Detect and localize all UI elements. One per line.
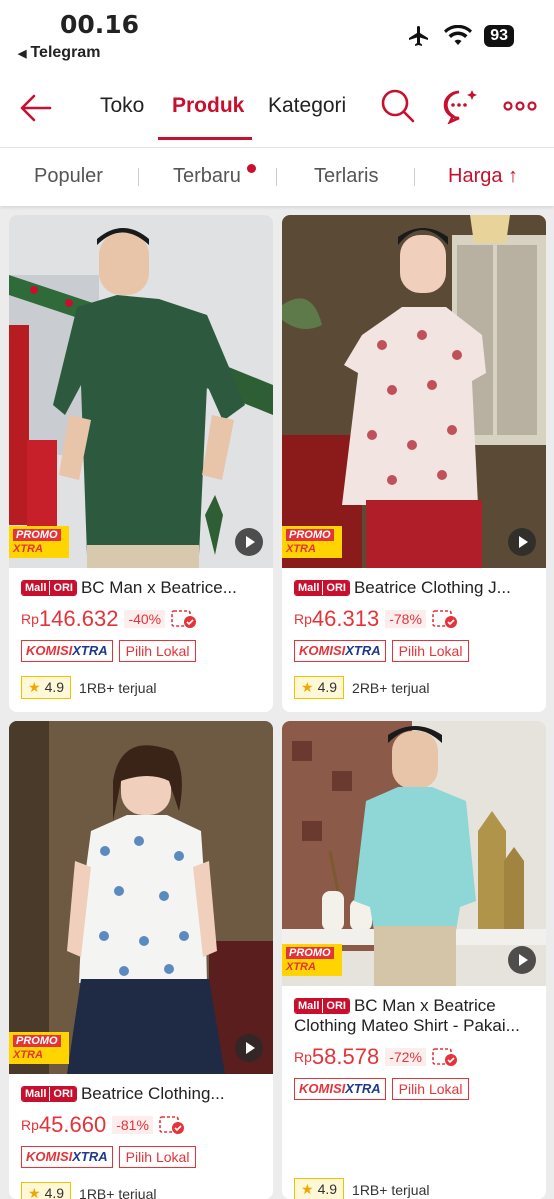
- promo-xtra-badge: PROMO XTRA: [282, 944, 342, 976]
- star-icon: ★: [301, 1181, 314, 1197]
- product-card[interactable]: PROMO XTRA Mall ORI BC Man x Beatrice Cloth…: [282, 721, 546, 1199]
- currency: Rp: [21, 611, 39, 627]
- rating-badge: ★ 4.9: [294, 1178, 345, 1199]
- sold-count: 1RB+ terjual: [352, 1181, 430, 1198]
- product-price: 146.632: [38, 606, 119, 631]
- back-to-app[interactable]: ◀ Telegram: [18, 44, 100, 62]
- rating-badge: ★ 4.9: [21, 676, 72, 699]
- komisi-xtra-tag: KOMISIXTRA: [294, 640, 386, 662]
- sort-populer[interactable]: Populer: [34, 165, 103, 188]
- sort-bar: Populer Terbaru Terlaris Harga ↑: [0, 148, 554, 206]
- product-card[interactable]: PROMO XTRA Mall ORI Beatrice Clothing... Rp…: [9, 721, 273, 1199]
- sold-count: 2RB+ terjual: [352, 679, 430, 696]
- more-options-icon[interactable]: [502, 88, 538, 124]
- sort-harga[interactable]: Harga ↑: [448, 165, 518, 188]
- product-title: Beatrice Clothing...: [80, 1084, 225, 1103]
- product-price: 46.313: [311, 606, 380, 631]
- product-title: BC Man x Beatrice...: [80, 578, 237, 597]
- sort-terlaris[interactable]: Terlaris: [314, 165, 378, 188]
- promo-xtra-badge: PROMO XTRA: [9, 526, 69, 558]
- video-play-icon[interactable]: [235, 1034, 263, 1062]
- back-triangle-icon: ◀: [18, 48, 27, 60]
- star-icon: ★: [301, 679, 314, 695]
- voucher-check-icon: [171, 610, 197, 628]
- product-title-line-2: Clothing Mateo Shirt - Pakai...: [294, 1016, 520, 1035]
- rating-badge: ★ 4.9: [21, 1182, 72, 1199]
- mall-ori-badge: Mall ORI: [294, 580, 350, 596]
- product-title: Beatrice Clothing J...: [353, 578, 511, 597]
- komisi-xtra-tag: KOMISIXTRA: [294, 1078, 386, 1100]
- voucher-check-icon: [159, 1116, 184, 1134]
- video-play-icon[interactable]: [235, 528, 263, 556]
- sort-divider: [414, 168, 415, 186]
- product-card[interactable]: PROMO XTRA Mall ORI Beatrice Clothing J... …: [282, 215, 546, 712]
- chat-icon[interactable]: [442, 88, 478, 124]
- voucher-check-icon: [432, 610, 457, 628]
- tab-produk[interactable]: Produk: [172, 94, 244, 118]
- promo-xtra-badge: PROMO XTRA: [9, 1032, 69, 1064]
- mall-ori-badge: Mall ORI: [294, 998, 350, 1014]
- currency: Rp: [21, 1117, 39, 1133]
- product-price: 45.660: [38, 1112, 107, 1137]
- promo-xtra-badge: PROMO XTRA: [282, 526, 342, 558]
- rating-badge: ★ 4.9: [294, 676, 345, 699]
- discount-badge: -40%: [124, 610, 166, 628]
- video-play-icon[interactable]: [508, 528, 536, 556]
- pilih-lokal-tag: Pilih Lokal: [118, 1146, 197, 1168]
- star-icon: ★: [28, 679, 41, 695]
- product-card[interactable]: PROMO XTRA Mall ORI BC Man x Beatrice... Rp…: [9, 215, 273, 712]
- airplane-icon: [409, 26, 429, 46]
- komisi-xtra-tag: KOMISIXTRA: [21, 1146, 113, 1168]
- discount-badge: -72%: [385, 1048, 426, 1066]
- shop-nav-bar: Toko Produk Kategori: [0, 68, 554, 148]
- pilih-lokal-tag: Pilih Lokal: [391, 1078, 470, 1100]
- battery-indicator: 93: [484, 25, 514, 47]
- new-indicator-dot: [247, 164, 256, 173]
- clock: 00.16: [60, 10, 140, 39]
- tab-kategori[interactable]: Kategori: [268, 94, 346, 118]
- product-price: 58.578: [311, 1044, 380, 1069]
- sort-terbaru[interactable]: Terbaru: [173, 165, 241, 188]
- product-title-line-1: BC Man x Beatrice: [353, 996, 496, 1015]
- mall-ori-badge: Mall ORI: [21, 1086, 77, 1102]
- product-image[interactable]: PROMO XTRA: [282, 215, 546, 568]
- discount-badge: -78%: [385, 610, 426, 628]
- sort-divider: [276, 168, 277, 186]
- mall-ori-badge: Mall ORI: [21, 580, 77, 596]
- product-image[interactable]: PROMO XTRA: [9, 721, 273, 1074]
- search-icon[interactable]: [380, 88, 416, 124]
- sort-divider: [138, 168, 139, 186]
- discount-badge: -81%: [112, 1116, 153, 1134]
- product-photo: [9, 721, 273, 1074]
- komisi-xtra-tag: KOMISIXTRA: [21, 640, 113, 662]
- sold-count: 1RB+ terjual: [79, 1185, 157, 1199]
- product-image[interactable]: PROMO XTRA: [282, 721, 546, 986]
- status-bar: 00.16 ◀ Telegram 93: [0, 0, 554, 68]
- back-arrow-icon[interactable]: [18, 90, 54, 126]
- tab-toko[interactable]: Toko: [100, 94, 144, 118]
- currency: Rp: [294, 1049, 312, 1065]
- back-app-label: Telegram: [30, 44, 101, 61]
- sold-count: 1RB+ terjual: [79, 679, 157, 696]
- voucher-check-icon: [432, 1048, 457, 1066]
- active-tab-indicator: [158, 137, 252, 140]
- product-photo: [282, 215, 546, 568]
- pilih-lokal-tag: Pilih Lokal: [391, 640, 470, 662]
- wifi-icon: [444, 25, 473, 45]
- product-photo: [9, 215, 273, 568]
- video-play-icon[interactable]: [508, 946, 536, 974]
- product-image[interactable]: PROMO XTRA: [9, 215, 273, 568]
- pilih-lokal-tag: Pilih Lokal: [118, 640, 197, 662]
- star-icon: ★: [28, 1185, 41, 1199]
- currency: Rp: [294, 611, 312, 627]
